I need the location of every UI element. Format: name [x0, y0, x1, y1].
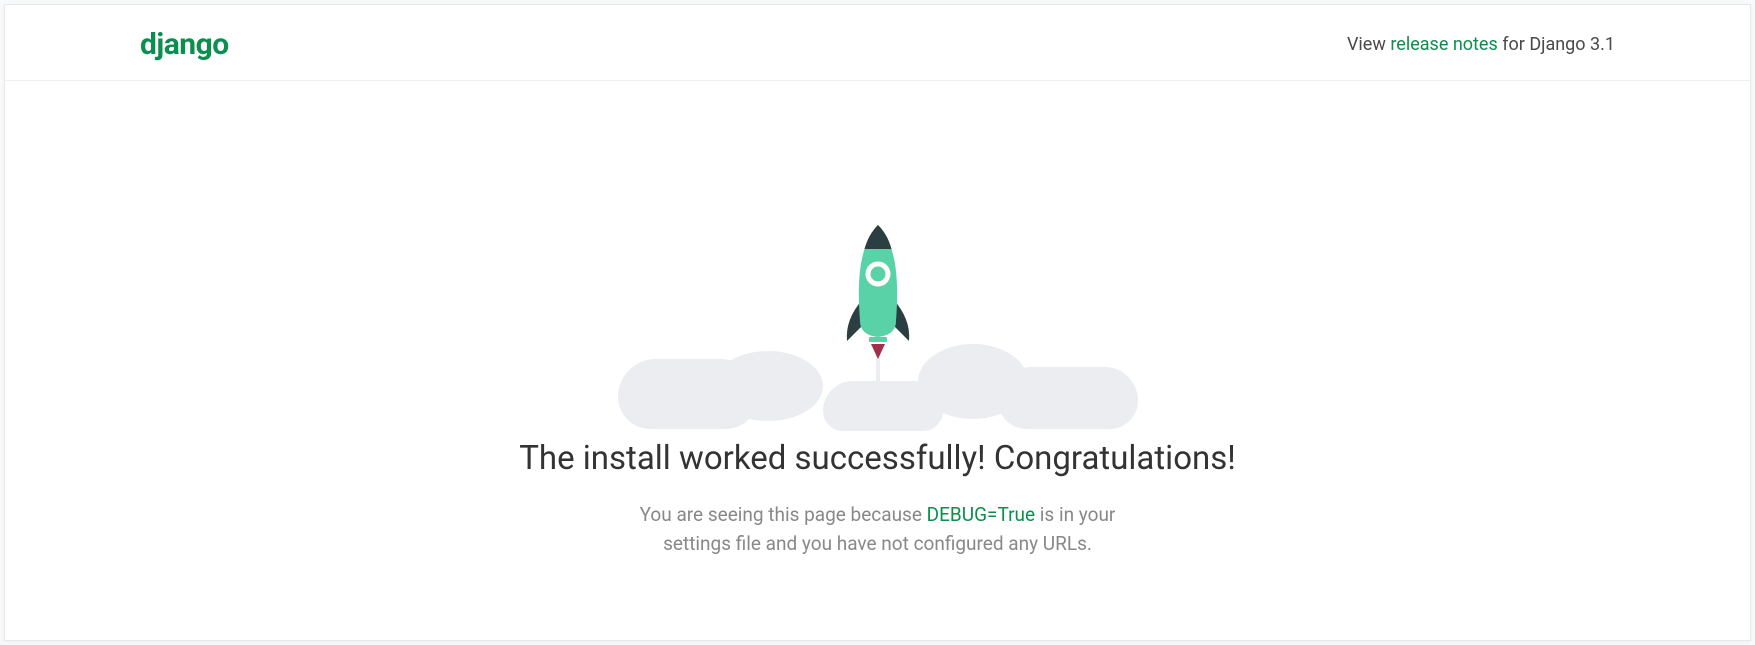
release-notes-link[interactable]: release notes — [1390, 34, 1497, 55]
release-notes-text: View release notes for Django 3.1 — [1347, 34, 1615, 55]
smoke-cloud — [713, 351, 823, 421]
rocket-illustration — [618, 211, 1138, 421]
smoke-cloud — [998, 367, 1138, 429]
django-logo: django — [140, 27, 229, 62]
debug-explanation: You are seeing this page because DEBUG=T… — [618, 500, 1138, 559]
subtext-before: You are seeing this page because — [640, 503, 927, 526]
page-wrapper: django View release notes for Django 3.1 — [4, 4, 1751, 641]
debug-flag: DEBUG=True — [927, 503, 1035, 526]
version-suffix: for Django 3.1 — [1498, 34, 1615, 55]
header: django View release notes for Django 3.1 — [5, 5, 1750, 81]
view-prefix: View — [1347, 34, 1390, 55]
rocket-icon — [833, 211, 923, 421]
success-headline: The install worked successfully! Congrat… — [5, 439, 1750, 478]
main-content: The install worked successfully! Congrat… — [5, 81, 1750, 559]
